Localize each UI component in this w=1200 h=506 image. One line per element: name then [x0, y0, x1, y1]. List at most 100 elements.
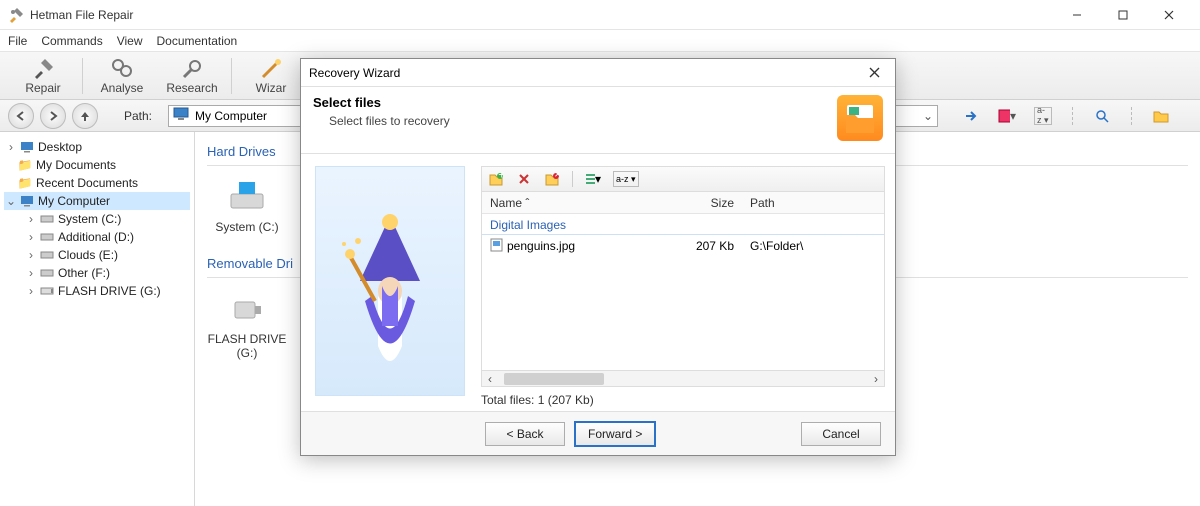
- tree-flash-g[interactable]: ›FLASH DRIVE (G:): [4, 282, 190, 300]
- forward-button[interactable]: Forward >: [575, 422, 655, 446]
- folder-icon: 📁: [18, 158, 32, 172]
- usb-drive-icon: [227, 288, 267, 328]
- analyse-button[interactable]: Analyse: [87, 54, 157, 98]
- separator: [1131, 107, 1132, 125]
- dialog-heading: Select files: [313, 95, 837, 110]
- sort-icon[interactable]: a-z ▾: [1034, 107, 1052, 125]
- folder-icon: 📁: [18, 176, 32, 190]
- analyse-icon: [110, 57, 134, 81]
- wizard-illustration: [315, 166, 465, 396]
- nav-back-button[interactable]: [8, 103, 34, 129]
- folder-badge-icon: [837, 95, 883, 141]
- thumbnail-view-icon[interactable]: ▾: [998, 107, 1016, 125]
- tree-mydocs[interactable]: 📁My Documents: [4, 156, 190, 174]
- dialog-titlebar: Recovery Wizard: [301, 59, 895, 87]
- separator: [1072, 107, 1073, 125]
- file-name: penguins.jpg: [507, 239, 575, 253]
- drive-icon: [227, 176, 267, 216]
- menu-commands[interactable]: Commands: [41, 34, 102, 48]
- remove-file-icon[interactable]: [516, 171, 532, 187]
- file-size: 207 Kb: [662, 239, 742, 253]
- dialog-body: + × ▾ a-z ▾ Name ˆ Size Path Digital Ima…: [301, 154, 895, 411]
- toolbar-separator: [82, 58, 83, 94]
- tree-clouds-e[interactable]: ›Clouds (E:): [4, 246, 190, 264]
- total-files-label: Total files: 1 (207 Kb): [481, 393, 885, 407]
- file-toolbar: + × ▾ a-z ▾: [481, 166, 885, 192]
- path-label: Path:: [124, 109, 152, 123]
- horizontal-scrollbar[interactable]: ‹ ›: [481, 371, 885, 387]
- toolbar-separator: [231, 58, 232, 94]
- repair-icon: [31, 57, 55, 81]
- menubar: File Commands View Documentation: [0, 30, 1200, 52]
- recovery-wizard-dialog: Recovery Wizard Select files Select file…: [300, 58, 896, 456]
- desktop-icon: [20, 140, 34, 154]
- wizard-button[interactable]: Wizar: [236, 54, 306, 98]
- minimize-button[interactable]: [1054, 0, 1100, 30]
- close-button[interactable]: [1146, 0, 1192, 30]
- nav-up-button[interactable]: [72, 103, 98, 129]
- svg-text:+: +: [498, 172, 503, 182]
- back-button[interactable]: < Back: [485, 422, 565, 446]
- svg-text:×: ×: [554, 172, 559, 181]
- menu-file[interactable]: File: [8, 34, 27, 48]
- computer-icon: [173, 107, 189, 124]
- tree-desktop[interactable]: ›Desktop: [4, 138, 190, 156]
- menu-documentation[interactable]: Documentation: [157, 34, 238, 48]
- drive-icon: [40, 212, 54, 226]
- search-icon[interactable]: [1093, 107, 1111, 125]
- col-path[interactable]: Path: [742, 196, 884, 210]
- file-list[interactable]: Name ˆ Size Path Digital Images penguins…: [481, 192, 885, 371]
- scroll-right-icon[interactable]: ›: [868, 371, 884, 387]
- image-file-icon: [490, 238, 503, 255]
- research-icon: [180, 57, 204, 81]
- titlebar: Hetman File Repair: [0, 0, 1200, 30]
- dialog-header: Select files Select files to recovery: [301, 87, 895, 154]
- analyse-label: Analyse: [101, 81, 144, 95]
- col-name[interactable]: Name ˆ: [482, 196, 662, 210]
- scroll-left-icon[interactable]: ‹: [482, 371, 498, 387]
- tree-system-c[interactable]: ›System (C:): [4, 210, 190, 228]
- research-button[interactable]: Research: [157, 54, 227, 98]
- col-size[interactable]: Size: [662, 196, 742, 210]
- tree-other-f[interactable]: ›Other (F:): [4, 264, 190, 282]
- dialog-close-button[interactable]: [861, 62, 887, 84]
- add-file-icon[interactable]: +: [488, 171, 504, 187]
- scroll-thumb[interactable]: [504, 373, 604, 385]
- drive-icon: [40, 266, 54, 280]
- go-icon[interactable]: [962, 107, 980, 125]
- repair-button[interactable]: Repair: [8, 54, 78, 98]
- dialog-title: Recovery Wizard: [309, 66, 861, 80]
- view-mode-icon[interactable]: ▾: [585, 171, 601, 187]
- drive-system-c[interactable]: System (C:): [207, 176, 287, 234]
- file-path: G:\Folder\: [742, 239, 884, 253]
- chevron-down-icon[interactable]: ⌄: [923, 109, 933, 123]
- repair-label: Repair: [25, 81, 60, 95]
- tree-additional-d[interactable]: ›Additional (D:): [4, 228, 190, 246]
- menu-view[interactable]: View: [117, 34, 143, 48]
- folder-icon[interactable]: [1152, 107, 1170, 125]
- dialog-footer: < Back Forward > Cancel: [301, 411, 895, 455]
- file-group: Digital Images: [482, 214, 884, 235]
- dialog-subheading: Select files to recovery: [329, 114, 837, 128]
- tree-mycomputer[interactable]: ⌄My Computer: [4, 192, 190, 210]
- nav-forward-button[interactable]: [40, 103, 66, 129]
- remove-folder-icon[interactable]: ×: [544, 171, 560, 187]
- separator: [572, 171, 573, 187]
- computer-icon: [20, 194, 34, 208]
- maximize-button[interactable]: [1100, 0, 1146, 30]
- drive-flash-g[interactable]: FLASH DRIVE (G:): [207, 288, 287, 360]
- file-row[interactable]: penguins.jpg 207 Kb G:\Folder\: [482, 235, 884, 257]
- tree-recent[interactable]: 📁Recent Documents: [4, 174, 190, 192]
- drive-icon: [40, 248, 54, 262]
- sort-icon[interactable]: a-z ▾: [613, 171, 639, 187]
- path-value: My Computer: [195, 109, 267, 123]
- app-icon: [8, 7, 24, 23]
- drive-icon: [40, 230, 54, 244]
- file-area: + × ▾ a-z ▾ Name ˆ Size Path Digital Ima…: [481, 166, 885, 407]
- research-label: Research: [166, 81, 217, 95]
- file-list-header[interactable]: Name ˆ Size Path: [482, 192, 884, 214]
- wizard-label: Wizar: [256, 81, 287, 95]
- cancel-button[interactable]: Cancel: [801, 422, 881, 446]
- folder-tree[interactable]: ›Desktop 📁My Documents 📁Recent Documents…: [0, 132, 195, 506]
- window-title: Hetman File Repair: [30, 8, 1054, 22]
